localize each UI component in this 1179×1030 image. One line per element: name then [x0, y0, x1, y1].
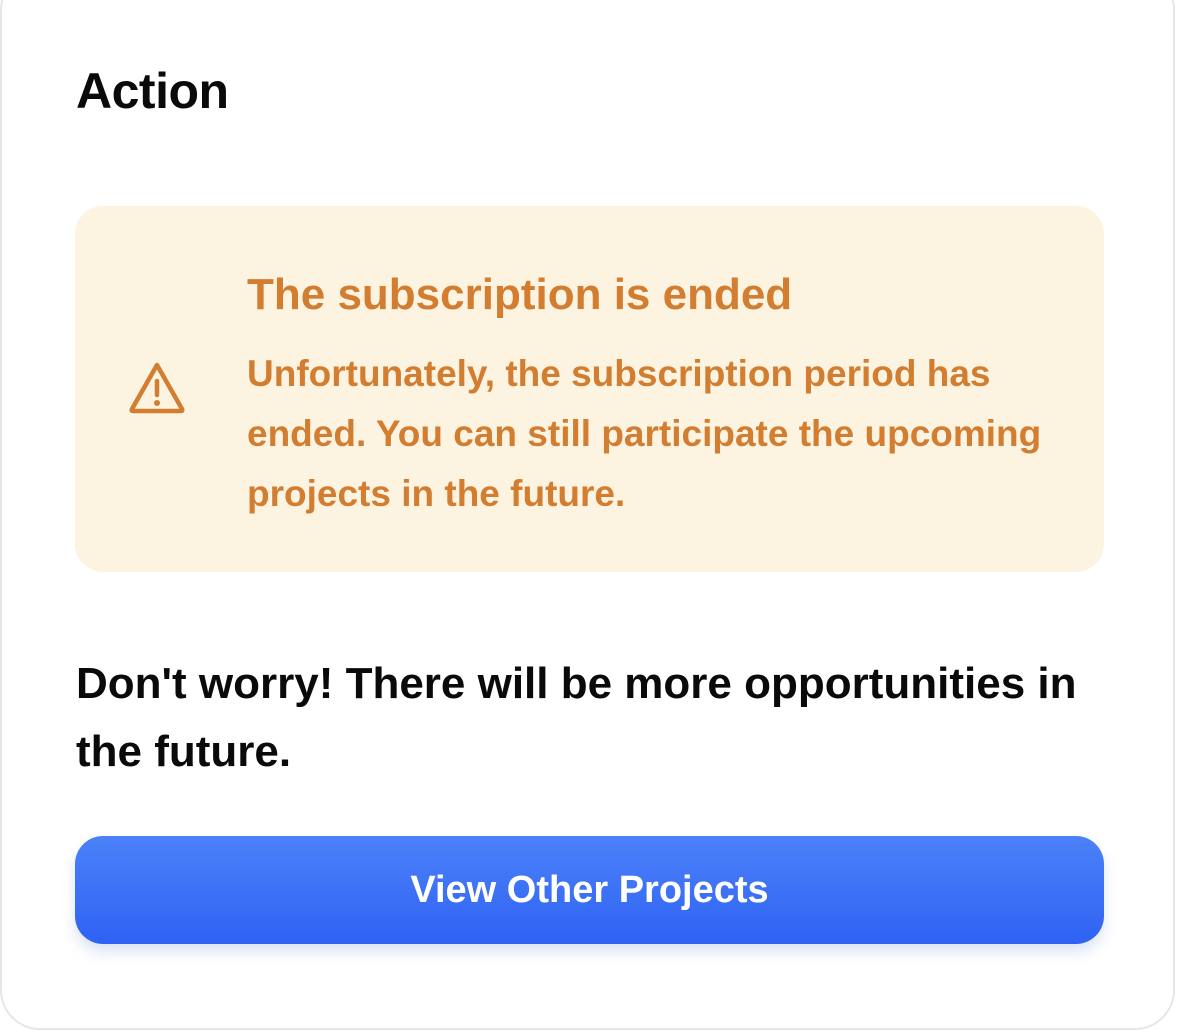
view-other-projects-button[interactable]: View Other Projects — [75, 836, 1104, 944]
warning-triangle-icon — [127, 360, 187, 416]
section-title: Action — [76, 63, 229, 119]
subscription-ended-alert: The subscription is ended Unfortunately,… — [75, 206, 1104, 572]
alert-title: The subscription is ended — [247, 270, 793, 319]
encouragement-text: Don't worry! There will be more opportun… — [76, 659, 1077, 776]
alert-message: Unfortunately, the subscription period h… — [247, 353, 1042, 514]
